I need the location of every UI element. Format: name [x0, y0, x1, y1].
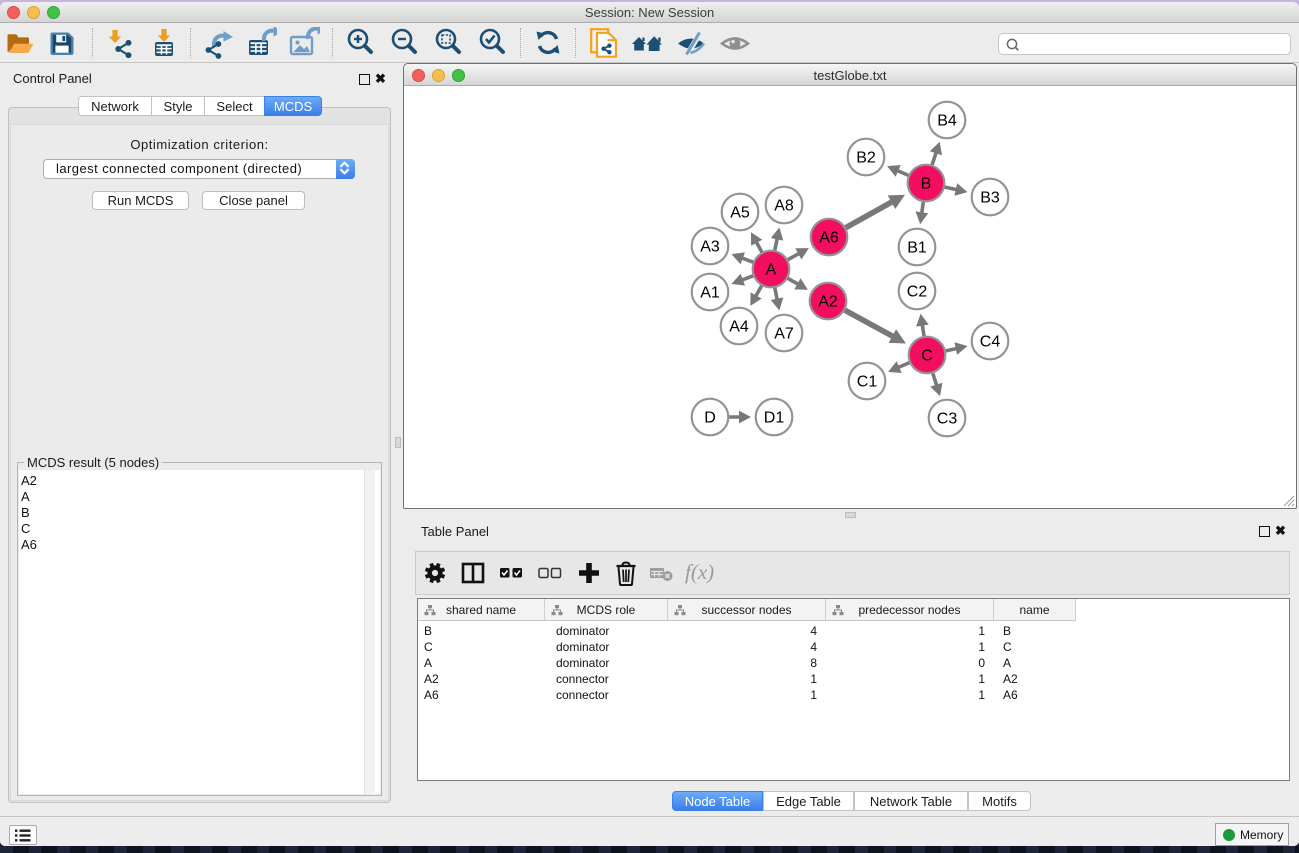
svg-text:B1: B1 [907, 240, 927, 257]
svg-text:B2: B2 [856, 150, 876, 167]
svg-text:B: B [921, 176, 932, 193]
svg-text:A4: A4 [729, 319, 749, 336]
svg-text:B4: B4 [937, 113, 957, 130]
svg-text:A6: A6 [819, 230, 839, 247]
svg-text:D1: D1 [764, 410, 785, 427]
svg-text:A1: A1 [700, 285, 720, 302]
svg-text:C: C [921, 348, 933, 365]
svg-text:A7: A7 [774, 326, 794, 343]
svg-text:A: A [766, 262, 777, 279]
svg-text:C2: C2 [907, 284, 928, 301]
svg-text:A2: A2 [818, 294, 838, 311]
svg-text:A5: A5 [730, 205, 750, 222]
svg-text:C3: C3 [937, 411, 958, 428]
svg-text:B3: B3 [980, 190, 1000, 207]
svg-text:C4: C4 [980, 334, 1001, 351]
svg-text:C1: C1 [857, 374, 878, 391]
svg-text:A3: A3 [700, 239, 720, 256]
svg-text:A8: A8 [774, 198, 794, 215]
svg-text:D: D [704, 410, 716, 427]
